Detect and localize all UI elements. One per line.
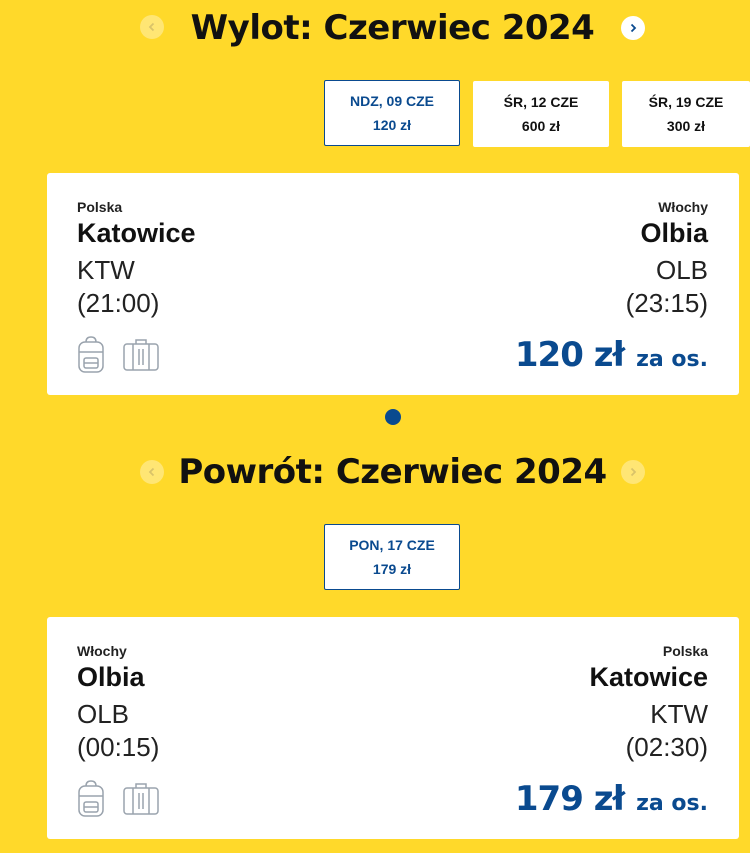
next-month-button[interactable] (621, 460, 645, 484)
arrival-time: (23:15) (625, 288, 708, 318)
destination-code: OLB (655, 255, 708, 285)
date-price: 120 zł (372, 117, 412, 133)
price-amount: 179 zł (514, 779, 625, 819)
date-label: NDZ, 09 CZE (349, 93, 434, 109)
destination-city: Katowice (589, 662, 708, 692)
price-per-person: za os. (636, 791, 708, 816)
chevron-right-icon (630, 23, 637, 33)
destination-code: KTW (650, 699, 708, 729)
origin-city: Olbia (77, 662, 145, 692)
price-amount: 120 zł (514, 335, 625, 375)
carousel-dot[interactable] (385, 409, 401, 425)
destination-country: Polska (662, 643, 708, 659)
date-label: ŚR, 19 CZE (648, 94, 724, 110)
date-tile[interactable]: ŚR, 19 CZE 300 zł (622, 81, 750, 147)
origin-code: KTW (77, 255, 135, 285)
destination-city: Olbia (640, 218, 708, 248)
date-label: PON, 17 CZE (349, 537, 435, 553)
date-tile[interactable]: NDZ, 09 CZE 120 zł (324, 80, 460, 146)
destination-country: Włochy (658, 199, 708, 215)
origin-country: Polska (77, 199, 123, 215)
price-per-person: za os. (636, 347, 708, 372)
next-month-button[interactable] (621, 16, 645, 40)
backpack-icon (78, 780, 104, 817)
backpack-icon (78, 336, 104, 373)
origin-country: Włochy (77, 643, 127, 659)
date-label: ŚR, 12 CZE (503, 94, 579, 110)
arrival-time: (02:30) (625, 732, 708, 762)
departure-time: (21:00) (77, 288, 160, 318)
date-price: 300 zł (666, 118, 706, 134)
outbound-flight-card[interactable]: Polska Katowice KTW (21:00) Włochy Olbia… (47, 173, 739, 395)
suitcase-icon (123, 783, 159, 815)
departure-time: (00:15) (77, 732, 160, 762)
outbound-price: 120 zł za os. (515, 335, 708, 375)
chevron-right-icon (630, 467, 637, 477)
suitcase-icon (123, 339, 159, 371)
origin-code: OLB (77, 699, 130, 729)
date-price: 600 zł (521, 118, 561, 134)
origin-city: Katowice (77, 218, 196, 248)
return-price: 179 zł za os. (515, 779, 708, 819)
return-flight-card[interactable]: Włochy Olbia OLB (00:15) Polska Katowice… (47, 617, 739, 839)
date-tile[interactable]: ŚR, 12 CZE 600 zł (473, 81, 609, 147)
date-tile[interactable]: PON, 17 CZE 179 zł (324, 524, 460, 590)
date-price: 179 zł (372, 561, 412, 577)
